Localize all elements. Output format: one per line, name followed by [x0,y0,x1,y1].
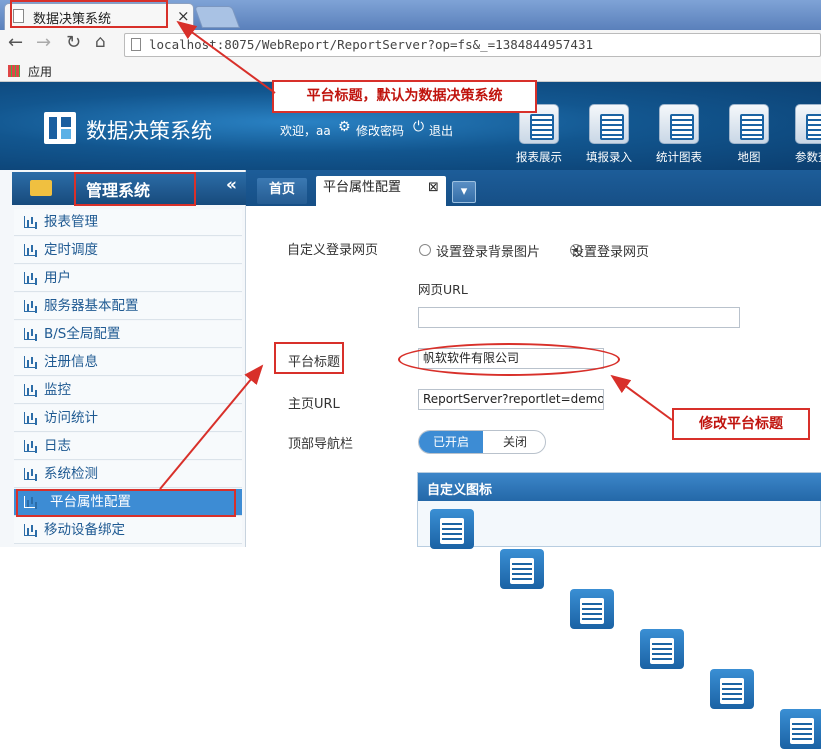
annotation-arrows [159,20,673,490]
custom-icon-4[interactable] [640,629,684,669]
custom-icon-2[interactable] [500,549,544,589]
custom-icon-6[interactable] [780,709,821,749]
custom-icon-3[interactable] [570,589,614,629]
arrow-to-browser-tab [176,20,276,94]
custom-icon-5[interactable] [710,669,754,709]
arrow-to-title-input [610,374,673,421]
arrow-to-title-label [159,364,264,490]
